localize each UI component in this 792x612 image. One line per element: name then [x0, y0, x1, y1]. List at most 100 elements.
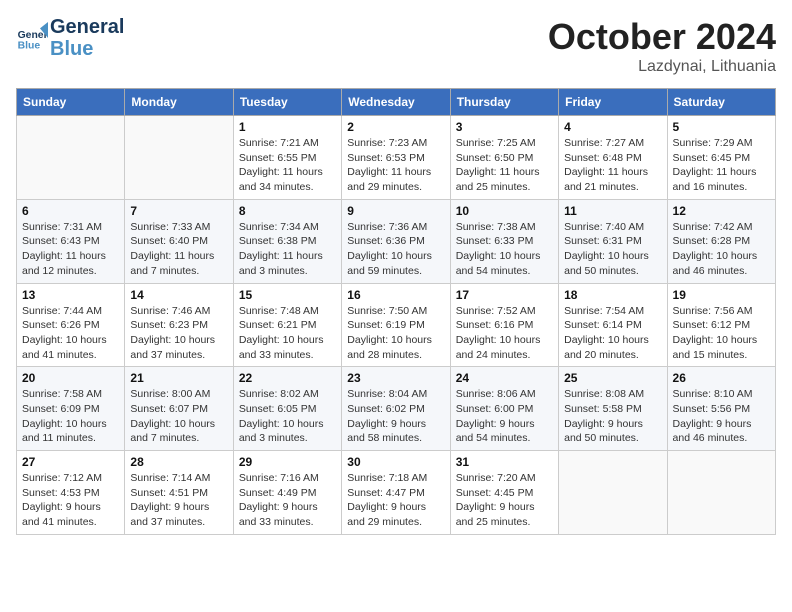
calendar-cell: 15 Sunrise: 7:48 AMSunset: 6:21 PMDayligh… — [233, 283, 341, 367]
day-info: Sunrise: 7:21 AMSunset: 6:55 PMDaylight:… — [239, 136, 336, 195]
calendar-cell: 4Sunrise: 7:27 AMSunset: 6:48 PMDaylight… — [559, 116, 667, 200]
day-number: 3 — [456, 120, 553, 134]
calendar-cell — [559, 451, 667, 535]
day-info: Sunrise: 8:06 AMSunset: 6:00 PMDaylight:… — [456, 387, 553, 446]
calendar-cell — [125, 116, 233, 200]
day-number: 20 — [22, 371, 119, 385]
day-info: Sunrise: 7:27 AMSunset: 6:48 PMDaylight:… — [564, 136, 661, 195]
calendar-cell: 12Sunrise: 7:42 AMSunset: 6:28 PMDayligh… — [667, 199, 775, 283]
day-number: 26 — [673, 371, 770, 385]
day-number: 13 — [22, 288, 119, 302]
day-info: Sunrise: 7:25 AMSunset: 6:50 PMDaylight:… — [456, 136, 553, 195]
day-info: Sunrise: 8:00 AMSunset: 6:07 PMDaylight:… — [130, 387, 227, 446]
day-info: Sunrise: 8:02 AMSunset: 6:05 PMDaylight:… — [239, 387, 336, 446]
day-number: 28 — [130, 455, 227, 469]
logo: General Blue General Blue — [16, 16, 124, 60]
calendar-cell: 22 Sunrise: 8:02 AMSunset: 6:05 PMDayligh… — [233, 367, 341, 451]
day-number: 15 — [239, 288, 336, 302]
day-info: Sunrise: 7:36 AMSunset: 6:36 PMDaylight:… — [347, 220, 444, 279]
calendar-header-sunday: Sunday — [17, 89, 125, 116]
calendar-header-saturday: Saturday — [667, 89, 775, 116]
day-info: Sunrise: 7:52 AMSunset: 6:16 PMDaylight:… — [456, 304, 553, 363]
day-number: 25 — [564, 371, 661, 385]
logo-line1: General — [50, 16, 124, 38]
calendar-cell: 19Sunrise: 7:56 AMSunset: 6:12 PMDayligh… — [667, 283, 775, 367]
calendar-cell: 24 Sunrise: 8:06 AMSunset: 6:00 PMDayligh… — [450, 367, 558, 451]
day-info: Sunrise: 7:23 AMSunset: 6:53 PMDaylight:… — [347, 136, 444, 195]
day-number: 1 — [239, 120, 336, 134]
calendar-header-wednesday: Wednesday — [342, 89, 450, 116]
calendar-cell: 17Sunrise: 7:52 AMSunset: 6:16 PMDayligh… — [450, 283, 558, 367]
day-number: 5 — [673, 120, 770, 134]
calendar-cell — [17, 116, 125, 200]
day-info: Sunrise: 7:18 AMSunset: 4:47 PMDaylight:… — [347, 471, 444, 530]
logo-line2: Blue — [50, 38, 124, 60]
calendar-cell: 14 Sunrise: 7:46 AMSunset: 6:23 PMDayligh… — [125, 283, 233, 367]
day-info: Sunrise: 7:34 AMSunset: 6:38 PMDaylight:… — [239, 220, 336, 279]
day-info: Sunrise: 7:16 AMSunset: 4:49 PMDaylight:… — [239, 471, 336, 530]
day-info: Sunrise: 7:29 AMSunset: 6:45 PMDaylight:… — [673, 136, 770, 195]
calendar-header-row: SundayMondayTuesdayWednesdayThursdayFrid… — [17, 89, 776, 116]
calendar-cell: 6 Sunrise: 7:31 AMSunset: 6:43 PMDaylight… — [17, 199, 125, 283]
day-number: 6 — [22, 204, 119, 218]
day-number: 22 — [239, 371, 336, 385]
calendar-week-1: 1 Sunrise: 7:21 AMSunset: 6:55 PMDaylight… — [17, 116, 776, 200]
day-number: 18 — [564, 288, 661, 302]
calendar-cell: 9 Sunrise: 7:36 AMSunset: 6:36 PMDaylight… — [342, 199, 450, 283]
day-info: Sunrise: 7:20 AMSunset: 4:45 PMDaylight:… — [456, 471, 553, 530]
calendar-cell: 30 Sunrise: 7:18 AMSunset: 4:47 PMDayligh… — [342, 451, 450, 535]
calendar-cell: 16 Sunrise: 7:50 AMSunset: 6:19 PMDayligh… — [342, 283, 450, 367]
day-info: Sunrise: 7:40 AMSunset: 6:31 PMDaylight:… — [564, 220, 661, 279]
day-info: Sunrise: 7:54 AMSunset: 6:14 PMDaylight:… — [564, 304, 661, 363]
calendar-cell: 5 Sunrise: 7:29 AMSunset: 6:45 PMDaylight… — [667, 116, 775, 200]
day-info: Sunrise: 7:50 AMSunset: 6:19 PMDaylight:… — [347, 304, 444, 363]
logo-icon: General Blue — [16, 22, 48, 54]
day-info: Sunrise: 7:12 AMSunset: 4:53 PMDaylight:… — [22, 471, 119, 530]
day-info: Sunrise: 7:56 AMSunset: 6:12 PMDaylight:… — [673, 304, 770, 363]
day-number: 2 — [347, 120, 444, 134]
day-number: 11 — [564, 204, 661, 218]
calendar-table: SundayMondayTuesdayWednesdayThursdayFrid… — [16, 88, 776, 535]
day-info: Sunrise: 7:58 AMSunset: 6:09 PMDaylight:… — [22, 387, 119, 446]
page-header: General Blue General Blue October 2024 L… — [16, 16, 776, 76]
title-block: October 2024 Lazdynai, Lithuania — [548, 16, 776, 76]
day-info: Sunrise: 7:44 AMSunset: 6:26 PMDaylight:… — [22, 304, 119, 363]
day-number: 8 — [239, 204, 336, 218]
calendar-header-tuesday: Tuesday — [233, 89, 341, 116]
calendar-cell: 10Sunrise: 7:38 AMSunset: 6:33 PMDayligh… — [450, 199, 558, 283]
day-info: Sunrise: 7:38 AMSunset: 6:33 PMDaylight:… — [456, 220, 553, 279]
day-number: 29 — [239, 455, 336, 469]
day-info: Sunrise: 8:10 AMSunset: 5:56 PMDaylight:… — [673, 387, 770, 446]
day-info: Sunrise: 7:14 AMSunset: 4:51 PMDaylight:… — [130, 471, 227, 530]
calendar-cell: 8 Sunrise: 7:34 AMSunset: 6:38 PMDaylight… — [233, 199, 341, 283]
month-year: October 2024 — [548, 16, 776, 58]
day-number: 9 — [347, 204, 444, 218]
day-number: 7 — [130, 204, 227, 218]
calendar-cell — [667, 451, 775, 535]
day-number: 16 — [347, 288, 444, 302]
svg-text:Blue: Blue — [18, 40, 41, 51]
calendar-header-thursday: Thursday — [450, 89, 558, 116]
day-number: 12 — [673, 204, 770, 218]
calendar-week-5: 27 Sunrise: 7:12 AMSunset: 4:53 PMDayligh… — [17, 451, 776, 535]
day-number: 24 — [456, 371, 553, 385]
calendar-cell: 7 Sunrise: 7:33 AMSunset: 6:40 PMDaylight… — [125, 199, 233, 283]
calendar-cell: 13 Sunrise: 7:44 AMSunset: 6:26 PMDayligh… — [17, 283, 125, 367]
day-info: Sunrise: 7:48 AMSunset: 6:21 PMDaylight:… — [239, 304, 336, 363]
day-number: 30 — [347, 455, 444, 469]
calendar-cell: 27 Sunrise: 7:12 AMSunset: 4:53 PMDayligh… — [17, 451, 125, 535]
calendar-cell: 20 Sunrise: 7:58 AMSunset: 6:09 PMDayligh… — [17, 367, 125, 451]
calendar-cell: 25 Sunrise: 8:08 AMSunset: 5:58 PMDayligh… — [559, 367, 667, 451]
day-info: Sunrise: 7:31 AMSunset: 6:43 PMDaylight:… — [22, 220, 119, 279]
day-number: 31 — [456, 455, 553, 469]
calendar-week-2: 6 Sunrise: 7:31 AMSunset: 6:43 PMDaylight… — [17, 199, 776, 283]
calendar-header-friday: Friday — [559, 89, 667, 116]
day-info: Sunrise: 7:46 AMSunset: 6:23 PMDaylight:… — [130, 304, 227, 363]
location: Lazdynai, Lithuania — [548, 58, 776, 76]
calendar-cell: 26 Sunrise: 8:10 AMSunset: 5:56 PMDayligh… — [667, 367, 775, 451]
day-info: Sunrise: 7:33 AMSunset: 6:40 PMDaylight:… — [130, 220, 227, 279]
day-number: 27 — [22, 455, 119, 469]
day-number: 14 — [130, 288, 227, 302]
calendar-cell: 18 Sunrise: 7:54 AMSunset: 6:14 PMDayligh… — [559, 283, 667, 367]
day-info: Sunrise: 8:08 AMSunset: 5:58 PMDaylight:… — [564, 387, 661, 446]
